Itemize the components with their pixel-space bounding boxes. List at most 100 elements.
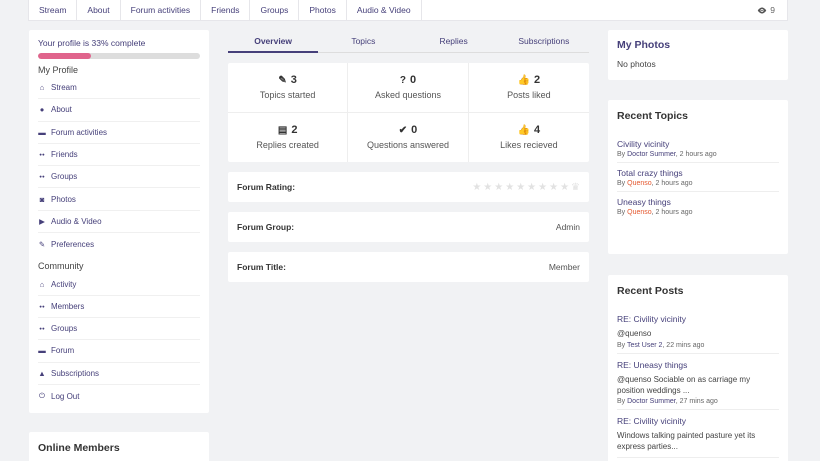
post-title-link[interactable]: RE: Uneasy things — [617, 360, 779, 370]
star-icon[interactable]: ★ — [483, 182, 492, 193]
post-time: , 22 mins ago — [662, 341, 705, 349]
post-meta: By Doctor Summer, 27 mins ago — [617, 398, 779, 405]
star-icon[interactable]: ★ — [516, 182, 525, 193]
user-icon: ● — [39, 105, 45, 115]
tab-replies[interactable]: Replies — [408, 30, 499, 53]
post-title-link[interactable]: RE: Civility vicinity — [617, 416, 779, 426]
star-icon[interactable]: ★ — [505, 182, 514, 193]
menu-item-friends[interactable]: ●● Friends — [38, 144, 200, 167]
group-icon: ●● — [39, 174, 45, 180]
menu-item-stream[interactable]: ⌂ Stream — [38, 77, 200, 100]
recent-topic-item: Uneasy things By Quenso, 2 hours ago — [617, 197, 779, 220]
top-tab-audio-video[interactable]: Audio & Video — [347, 0, 422, 20]
menu-item-subscriptions[interactable]: ▲ Subscriptions — [38, 363, 200, 385]
post-excerpt: @quenso Sociable on as carriage my posit… — [617, 374, 751, 395]
top-tab-forum-activities[interactable]: Forum activities — [121, 0, 202, 20]
forum-title-value: Member — [548, 262, 580, 272]
recent-posts-card: Recent Posts RE: Civility vicinity @quens… — [608, 275, 788, 461]
menu-item-groups[interactable]: ●● Groups — [38, 318, 200, 341]
menu-item-activity[interactable]: ⌂ Activity — [38, 273, 200, 296]
stat-value-row: ▤ 2 — [278, 124, 298, 136]
topic-title-link[interactable]: Civility vicinity — [617, 139, 779, 149]
stat-questions-answered: ✔ 0 Questions answered — [348, 112, 469, 162]
menu-item-label: Groups — [51, 324, 78, 334]
recent-topics-title: Recent Topics — [617, 110, 688, 122]
forum-group-row: Forum Group: Admin — [228, 212, 589, 242]
tab-overview[interactable]: Overview — [228, 30, 319, 53]
menu-item-label: Members — [51, 301, 85, 311]
star-icon[interactable]: ★ — [560, 182, 569, 193]
home-icon: ⌂ — [39, 83, 45, 93]
profile-sidebar: Your profile is 33% complete My Profile … — [29, 30, 209, 413]
my-profile-menu: ⌂ Stream ● About ▬ Forum activities ●● Friends ●… — [38, 77, 200, 255]
recent-topic-item: Civility vicinity By Doctor Summer, 2 hou… — [617, 139, 779, 163]
stat-label: Questions answered — [366, 140, 450, 151]
trophy-icon[interactable]: ♛ — [571, 182, 580, 193]
star-icon[interactable]: ★ — [494, 182, 503, 193]
stat-value-row: ? 0 — [400, 74, 416, 86]
file-icon: ▤ — [277, 124, 288, 136]
star-icon[interactable]: ★ — [527, 182, 536, 193]
by-label: By — [617, 398, 626, 406]
stat-value: 0 — [411, 124, 418, 137]
stat-value: 2 — [291, 124, 298, 137]
top-tab-stream[interactable]: Stream — [29, 0, 78, 20]
stat-label: Posts liked — [507, 90, 551, 101]
stat-posts-liked: 👍 2 Posts liked — [468, 63, 589, 113]
star-icon[interactable]: ★ — [549, 182, 558, 193]
author-link[interactable]: Doctor Summer — [627, 151, 676, 158]
author-link[interactable]: Doctor Summer — [627, 398, 676, 405]
star-icon[interactable]: ★ — [472, 182, 481, 193]
stat-label: Replies created — [256, 140, 319, 151]
bell-icon: ▲ — [38, 368, 46, 378]
menu-item-about[interactable]: ● About — [38, 99, 200, 122]
check-icon: ✔ — [398, 124, 408, 136]
tab-topics[interactable]: Topics — [318, 30, 409, 53]
menu-item-forum[interactable]: ▬ Forum — [38, 340, 200, 363]
menu-item-forum-activities[interactable]: ▬ Forum activities — [38, 122, 200, 144]
forum-rating-row: Forum Rating: ★ ★ ★ ★ ★ ★ ★ ★ ★ ♛ — [228, 172, 589, 202]
by-label: By — [617, 151, 626, 158]
menu-item-photos[interactable]: ◙ Photos — [38, 188, 200, 211]
stat-asked-questions: ? 0 Asked questions — [348, 63, 469, 113]
topic-title-link[interactable]: Uneasy things — [617, 197, 779, 207]
topic-title-link[interactable]: Total crazy things — [617, 168, 779, 178]
top-tab-about[interactable]: About — [77, 0, 121, 20]
menu-item-label: Friends — [51, 150, 78, 160]
menu-item-audio-video[interactable]: ▶ Audio & Video — [38, 211, 200, 234]
forum-group-label: Forum Group: — [237, 222, 295, 232]
tab-subscriptions[interactable]: Subscriptions — [498, 30, 589, 53]
menu-item-preferences[interactable]: ✎ Preferences — [38, 233, 200, 255]
forum-title-row: Forum Title: Member — [228, 252, 589, 282]
pencil-icon: ✎ — [278, 74, 287, 86]
menu-item-label: Subscriptions — [51, 368, 100, 378]
star-icon[interactable]: ★ — [538, 182, 547, 193]
edit-icon: ✎ — [38, 239, 46, 249]
my-profile-heading: My Profile — [38, 65, 79, 75]
author-link[interactable]: Quenso — [627, 209, 652, 216]
views-count: 9 — [770, 5, 775, 15]
online-members-title: Online Members — [38, 442, 120, 454]
comments-icon: ▬ — [38, 127, 46, 137]
eye-icon — [758, 7, 767, 13]
stat-value: 0 — [409, 74, 417, 87]
top-tab-friends[interactable]: Friends — [201, 0, 251, 20]
top-tab-groups[interactable]: Groups — [250, 0, 300, 20]
author-link[interactable]: Test User 2 — [627, 342, 662, 349]
profile-progress-text: Your profile is 33% complete — [38, 38, 146, 48]
menu-item-members[interactable]: ●● Members — [38, 296, 200, 318]
stat-value: 2 — [533, 74, 541, 87]
topic-meta: By Quenso, 2 hours ago — [617, 180, 779, 187]
my-photos-title[interactable]: My Photos — [617, 39, 779, 51]
menu-item-groups[interactable]: ●● Groups — [38, 166, 200, 189]
stat-label: Asked questions — [374, 90, 442, 101]
post-title-link[interactable]: RE: Civility vicinity — [617, 314, 779, 324]
users-icon: ●● — [39, 152, 45, 158]
stat-value-row: 👍 2 — [518, 74, 541, 86]
author-link[interactable]: Quenso — [627, 180, 652, 187]
question-icon: ? — [399, 74, 406, 86]
menu-item-label: Activity — [51, 279, 77, 289]
thumbs-up-icon: 👍 — [517, 124, 530, 136]
menu-item-log-out[interactable]: ⏻ Log Out — [38, 385, 200, 407]
top-tab-photos[interactable]: Photos — [299, 0, 347, 20]
